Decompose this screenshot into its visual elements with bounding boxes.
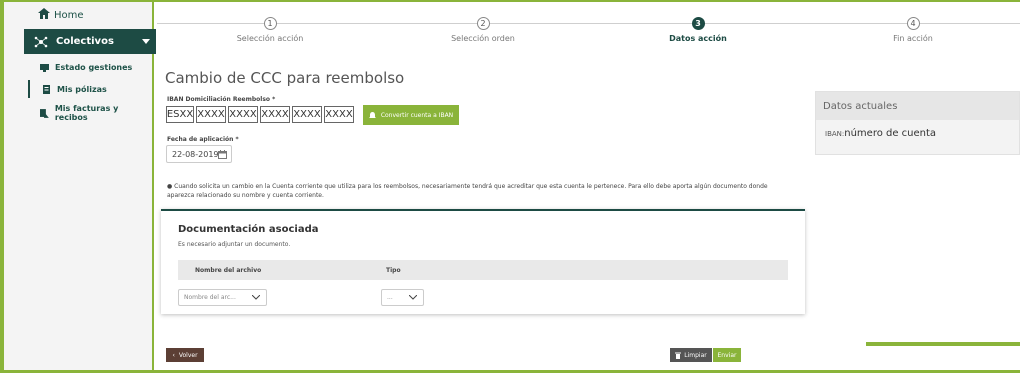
sidebar-item-colectivos[interactable]: Colectivos (24, 29, 156, 54)
send-button[interactable]: Enviar (713, 348, 741, 362)
page-title: Cambio de CCC para reembolso (165, 69, 405, 87)
iban-label: IBAN Domiciliación Reembolso * (167, 96, 276, 103)
clear-button[interactable]: Limpiar (670, 348, 712, 362)
sidebar-item-mis-polizas[interactable]: Mis pólizas (28, 80, 107, 98)
file-select-value: Nombre del arc... (184, 294, 236, 301)
sidebar-item-label: Estado gestiones (55, 62, 133, 72)
sidebar: Home Colectivos Estado gestiones Mis pól… (4, 2, 156, 370)
info-icon: ● (167, 183, 173, 190)
documents-card: Documentación asociada Es necesario adju… (161, 209, 805, 314)
documents-table-header: Nombre del archivo Tipo (178, 260, 788, 280)
chevron-down-icon (142, 39, 150, 44)
iban-field-4[interactable]: XXXX (260, 106, 290, 123)
info-text: Cuando solicita un cambio en la Cuenta c… (167, 183, 768, 199)
back-label: Volver (178, 351, 198, 359)
type-select[interactable]: ... (381, 289, 424, 306)
column-header-type: Tipo (386, 267, 401, 274)
step-3: 3 Datos acción (638, 17, 758, 43)
iban-field-5[interactable]: XXXX (292, 106, 322, 123)
sidebar-item-estado-gestiones[interactable]: Estado gestiones (28, 58, 132, 76)
sidebar-item-label: Mis pólizas (57, 84, 107, 94)
documents-subtitle: Es necesario adjuntar un documento. (178, 241, 291, 248)
sidebar-item-colectivos-label: Colectivos (56, 36, 114, 47)
chevron-down-icon (252, 295, 260, 300)
current-iban-value: número de cuenta (844, 128, 937, 139)
progress-stepper: 1 Selección acción 2 Selección orden 3 D… (157, 12, 1020, 52)
current-data-title: Datos actuales (816, 92, 1019, 120)
file-select[interactable]: Nombre del arc... (178, 289, 267, 306)
step-4: 4 Fin acción (853, 17, 973, 43)
documents-title: Documentación asociada (178, 224, 319, 235)
info-notice: ● Cuando solicita un cambio en la Cuenta… (167, 182, 787, 200)
iban-field-6[interactable]: XXXX (324, 106, 354, 123)
iban-field-3[interactable]: XXXX (228, 106, 258, 123)
calendar-icon[interactable] (218, 150, 227, 159)
clear-label: Limpiar (684, 351, 707, 359)
type-select-value: ... (387, 294, 393, 301)
step-label: Selección acción (236, 34, 304, 43)
home-icon (38, 8, 50, 19)
step-number-current: 3 (691, 17, 705, 30)
current-iban: IBAN:número de cuenta (825, 128, 936, 139)
step-number: 4 (906, 17, 920, 30)
convert-iban-label: Convertir cuenta a IBAN (380, 111, 454, 119)
step-label: Fin acción (893, 34, 933, 43)
back-button[interactable]: ‹ Volver (166, 348, 204, 362)
monitor-icon (40, 63, 49, 72)
date-input[interactable]: 22-08-2019 (166, 145, 232, 163)
step-1: 1 Selección acción (210, 17, 330, 43)
step-2: 2 Selección orden (423, 17, 543, 43)
iban-field-2[interactable]: XXXX (196, 106, 226, 123)
step-label: Selección orden (451, 34, 515, 43)
date-label: Fecha de aplicación * (167, 136, 239, 143)
step-label-current: Datos acción (669, 34, 727, 43)
column-header-file: Nombre del archivo (195, 267, 262, 274)
document-icon (43, 84, 50, 94)
green-accent-bar (866, 342, 1020, 346)
sidebar-item-home[interactable]: Home (4, 2, 154, 28)
sidebar-item-mis-facturas[interactable]: Mis facturas y recibos (28, 104, 152, 122)
current-data-panel: Datos actuales IBAN:número de cuenta (815, 91, 1020, 155)
invoice-icon (40, 108, 49, 118)
step-number: 2 (476, 17, 490, 30)
iban-input-group: ESXX XXXX XXXX XXXX XXXX XXXX (166, 106, 354, 123)
trash-icon (675, 352, 682, 359)
network-icon (34, 36, 48, 47)
step-number: 1 (263, 17, 277, 30)
bell-icon (368, 111, 376, 118)
iban-field-1[interactable]: ESXX (166, 106, 194, 123)
sidebar-item-home-label: Home (54, 9, 84, 21)
date-value: 22-08-2019 (172, 149, 219, 159)
sidebar-item-label: Mis facturas y recibos (54, 104, 119, 122)
chevron-left-icon: ‹ (172, 351, 175, 359)
send-label: Enviar (717, 351, 737, 359)
chevron-down-icon (409, 295, 417, 300)
current-iban-key: IBAN: (825, 130, 845, 138)
convert-iban-button[interactable]: Convertir cuenta a IBAN (363, 105, 459, 125)
